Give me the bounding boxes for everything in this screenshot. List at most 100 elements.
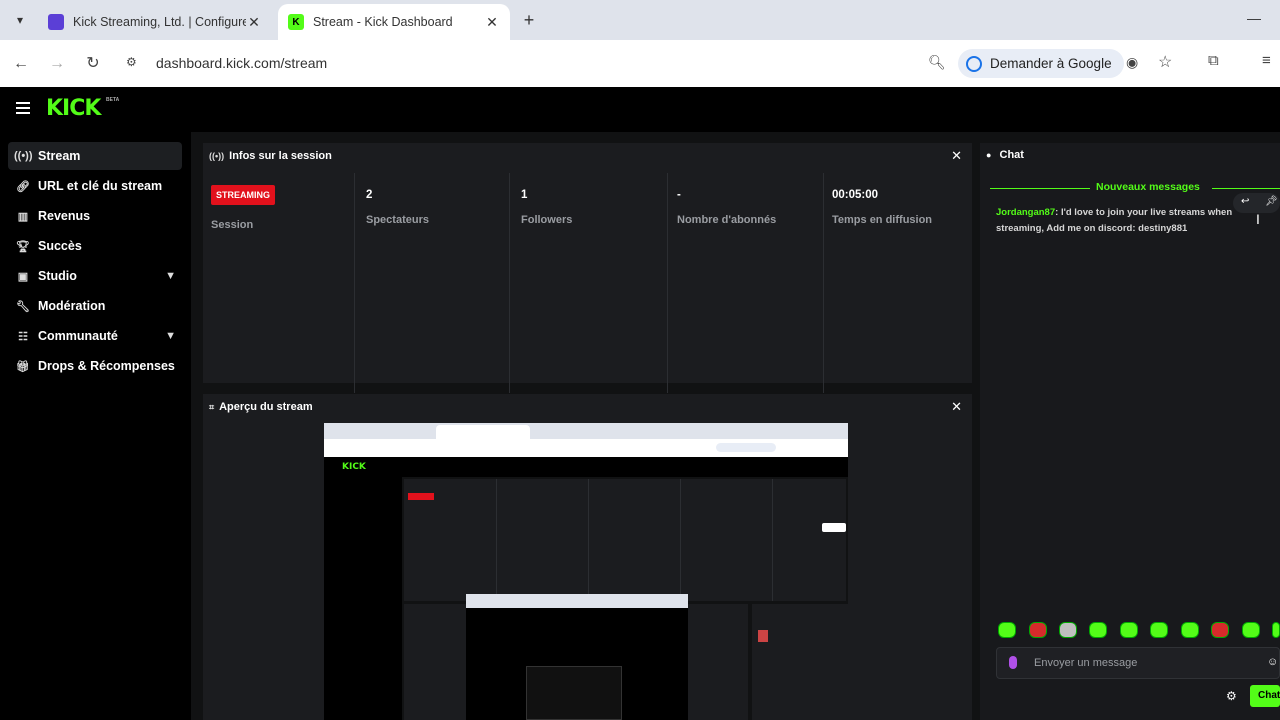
kick-configure-favicon-icon — [48, 14, 64, 30]
sidebar-item-label: Revenus — [38, 209, 91, 223]
stat-session: STREAMING Session — [203, 173, 355, 393]
close-icon[interactable]: ✕ — [951, 399, 962, 415]
emote-icon[interactable] — [1089, 622, 1107, 638]
stat-label: Spectateurs — [366, 214, 429, 226]
tab-close-icon[interactable]: ✕ — [484, 14, 500, 31]
stat-value: 00:05:00 — [832, 189, 879, 201]
window-minimize-button[interactable]: — — [1244, 10, 1264, 30]
new-tab-button[interactable]: + — [518, 10, 540, 32]
sidebar-item-label: Drops & Récompenses — [38, 359, 175, 373]
community-icon: ☷ — [18, 330, 28, 343]
preview-mini-divider — [772, 479, 773, 601]
kick-favicon-icon: K — [288, 14, 304, 30]
preview-mini-tab — [338, 425, 430, 439]
chat-bubble-icon: ● — [986, 150, 992, 160]
browser-tab-configure[interactable]: Kick Streaming, Ltd. | Configure ✕ — [38, 4, 272, 40]
reply-icon[interactable]: ↩ — [1241, 196, 1249, 207]
sidebar-item-communaute[interactable]: ☷ Communauté ▼ — [8, 322, 182, 350]
microphone-icon[interactable] — [1009, 656, 1017, 669]
chevron-down-icon[interactable]: ▼ — [165, 270, 176, 282]
preview-mini-divider — [496, 479, 497, 601]
address-bar[interactable]: ⚙ dashboard.kick.com/stream 🔍︎ Demander … — [118, 47, 1192, 80]
browser-toolbar: ← → ↻ ⚙ dashboard.kick.com/stream 🔍︎ Dem… — [0, 40, 1280, 87]
emote-icon[interactable] — [1120, 622, 1138, 638]
stream-preview-video[interactable]: KICK — [324, 423, 848, 720]
preview-mini-tab — [436, 425, 530, 439]
back-arrow-icon[interactable]: ← — [10, 53, 32, 75]
emote-icon[interactable] — [1211, 622, 1229, 638]
preview-mini-avatar — [758, 630, 768, 642]
gear-icon[interactable]: ⚙ — [1226, 689, 1237, 703]
browser-tab-dashboard[interactable]: K Stream - Kick Dashboard ✕ — [278, 4, 510, 40]
new-messages-label: Nouveaux messages — [1090, 181, 1206, 193]
trophy-icon: 🏆︎ — [16, 240, 30, 253]
streaming-badge: STREAMING — [211, 185, 275, 205]
sidebar-item-succes[interactable]: 🏆︎ Succès — [8, 232, 182, 260]
bookmark-star-icon[interactable]: ☆ — [1158, 52, 1172, 72]
chat-header: ● Chat — [986, 149, 1024, 161]
sidebar-item-label: Studio — [38, 269, 77, 283]
eye-slash-icon[interactable]: ◉ — [1126, 54, 1138, 71]
preview-mini-toolbar — [324, 439, 848, 457]
close-icon[interactable]: ✕ — [951, 148, 962, 164]
kick-logo[interactable]: KICK — [46, 96, 101, 121]
forward-arrow-icon[interactable]: → — [46, 53, 68, 75]
chevron-down-icon[interactable]: ▼ — [165, 330, 176, 342]
reading-list-icon[interactable]: ≡ — [1262, 52, 1271, 69]
sidebar-item-studio[interactable]: ▣ Studio ▼ — [8, 262, 182, 290]
sidebar-item-revenus[interactable]: ▥ Revenus — [8, 202, 182, 230]
stat-label: Followers — [521, 214, 573, 226]
preview-mini-tabbar — [324, 423, 848, 439]
preview-mini-inner-screen — [466, 594, 688, 720]
preview-mini-inner-bar — [466, 594, 688, 608]
emote-icon[interactable] — [998, 622, 1016, 638]
chat-send-button[interactable]: Chat — [1250, 685, 1280, 707]
panel-title: Infos sur la session — [229, 150, 332, 162]
emote-icon[interactable] — [1059, 622, 1077, 638]
hamburger-menu-icon[interactable] — [16, 102, 30, 114]
session-info-panel: ((•)) Infos sur la session ✕ STREAMING S… — [203, 143, 972, 393]
chat-message[interactable]: Jordangan87: I'd love to join your live … — [996, 205, 1258, 237]
chat-username[interactable]: Jordangan87 — [996, 207, 1055, 218]
chat-message-input[interactable]: Envoyer un message ☺ — [996, 647, 1280, 679]
ask-google-button[interactable]: Demander à Google — [958, 49, 1124, 78]
google-lens-icon — [966, 55, 982, 72]
preview-mini-divider — [588, 479, 589, 601]
sidebar-item-label: Communauté — [38, 329, 118, 343]
tab-search-chevron-icon[interactable]: ▾ — [10, 10, 30, 30]
chat-send-label: Chat — [1258, 690, 1280, 701]
tab-title: Kick Streaming, Ltd. | Configure — [73, 15, 246, 29]
sidebar-item-stream[interactable]: ((•)) Stream — [8, 142, 182, 170]
text-cursor-icon: I — [1256, 211, 1260, 227]
emote-icon[interactable] — [1272, 622, 1280, 638]
chat-input-placeholder: Envoyer un message — [1034, 657, 1138, 669]
chart-icon: ▥ — [17, 210, 29, 223]
emoji-icon[interactable]: ☺ — [1267, 656, 1278, 668]
emote-icon[interactable] — [1242, 622, 1260, 638]
broadcast-icon: ((•)) — [14, 150, 33, 162]
studio-icon: ▣ — [17, 270, 29, 283]
zoom-search-icon[interactable]: 🔍︎ — [928, 54, 946, 71]
sidebar-item-url-key[interactable]: 🔗︎ URL et clé du stream — [8, 172, 182, 200]
tab-title: Stream - Kick Dashboard — [313, 15, 453, 29]
stat-viewers: 2 Spectateurs — [358, 173, 510, 393]
site-settings-icon[interactable]: ⚙ — [126, 55, 144, 73]
pin-icon[interactable]: 📌︎ — [1265, 196, 1278, 207]
emote-icon[interactable] — [1029, 622, 1047, 638]
url-text[interactable]: dashboard.kick.com/stream — [156, 55, 327, 71]
stat-followers: 1 Followers — [513, 173, 668, 393]
preview-mini-badge — [408, 493, 434, 500]
divider-line — [990, 188, 1090, 189]
reload-icon[interactable]: ↻ — [82, 53, 104, 75]
extensions-puzzle-icon[interactable]: ⧉ — [1208, 52, 1219, 69]
sidebar-item-drops[interactable]: 🎁︎ Drops & Récompenses — [8, 352, 182, 380]
chat-title: Chat — [999, 149, 1024, 161]
tab-close-icon[interactable]: ✕ — [246, 14, 262, 31]
emote-icon[interactable] — [1150, 622, 1168, 638]
sidebar-item-label: Modération — [38, 299, 106, 313]
chat-panel: ● Chat Nouveaux messages Jordangan87: I'… — [980, 143, 1280, 720]
sidebar-item-label: Stream — [38, 149, 81, 163]
sidebar-item-moderation[interactable]: 🔧︎ Modération — [8, 292, 182, 320]
sidebar: ((•)) Stream 🔗︎ URL et clé du stream ▥ R… — [0, 132, 191, 720]
emote-icon[interactable] — [1181, 622, 1199, 638]
